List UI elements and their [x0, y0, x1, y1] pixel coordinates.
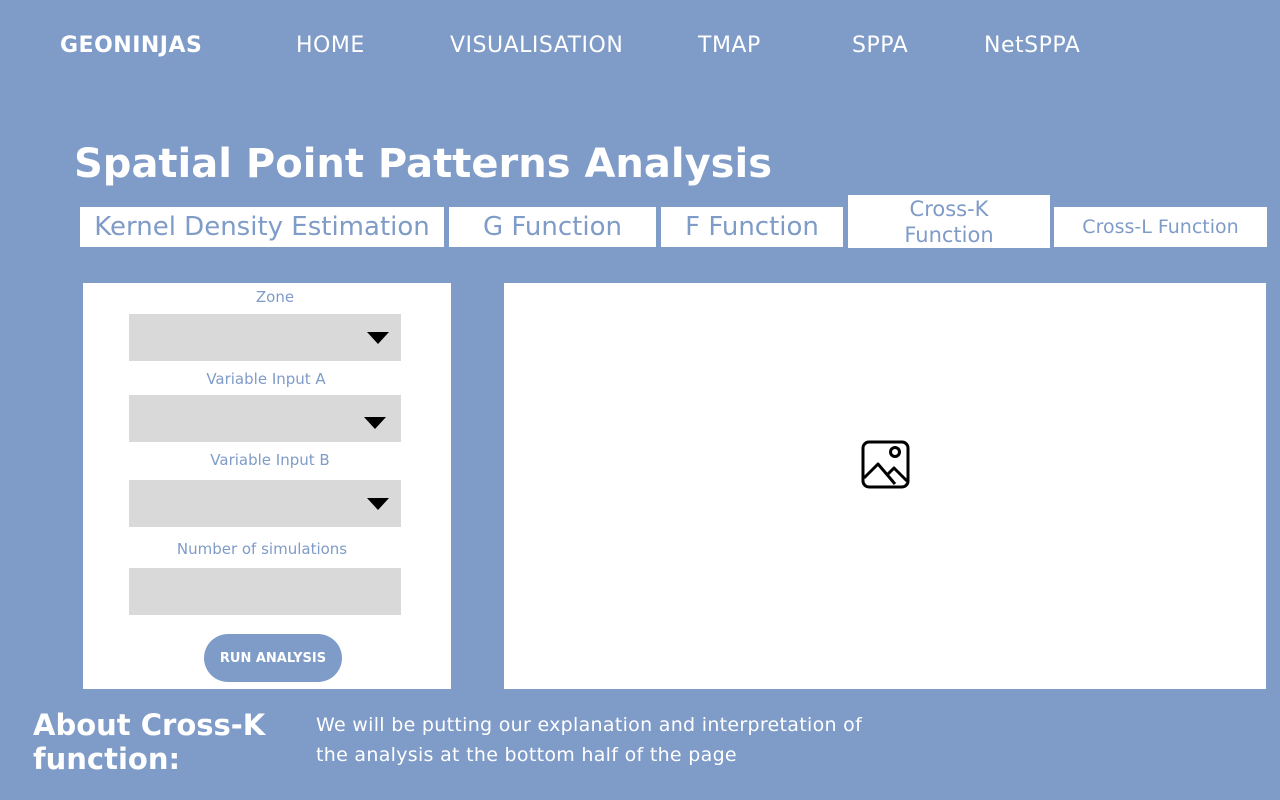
brand-logo[interactable]: GEONINJAS — [60, 33, 202, 58]
nav-netsppa[interactable]: NetSPPA — [984, 33, 1080, 58]
image-placeholder-icon — [861, 440, 910, 489]
simulations-input[interactable] — [129, 568, 401, 615]
run-analysis-button[interactable]: RUN ANALYSIS — [204, 634, 342, 682]
variable-b-label: Variable Input B — [210, 451, 330, 469]
nav-tmap[interactable]: TMAP — [698, 33, 761, 58]
chevron-down-icon — [367, 498, 389, 510]
zone-label: Zone — [255, 288, 295, 306]
tab-cross-l-function-label: Cross-L Function — [1082, 216, 1239, 238]
tab-kde[interactable]: Kernel Density Estimation — [80, 207, 444, 247]
tab-cross-k-function[interactable]: Cross-K Function — [848, 195, 1050, 248]
about-heading: About Cross-K function: — [33, 708, 273, 776]
tab-g-function-label: G Function — [482, 212, 622, 242]
variable-b-select[interactable] — [129, 480, 401, 527]
tab-f-function[interactable]: F Function — [661, 207, 843, 247]
tab-cross-l-function[interactable]: Cross-L Function — [1054, 207, 1267, 247]
tab-f-function-label: F Function — [685, 212, 819, 242]
variable-a-select[interactable] — [129, 395, 401, 442]
about-text: We will be putting our explanation and i… — [316, 714, 863, 766]
zone-select[interactable] — [129, 314, 401, 361]
tab-cross-k-function-label: Cross-K Function — [904, 196, 994, 247]
tab-g-function[interactable]: G Function — [449, 207, 656, 247]
nav-home[interactable]: HOME — [296, 33, 365, 58]
nav-visualisation[interactable]: VISUALISATION — [450, 33, 623, 58]
about-heading-text: About Cross-K function: — [33, 708, 266, 776]
tab-kde-label: Kernel Density Estimation — [94, 212, 430, 242]
page-title: Spatial Point Patterns Analysis — [74, 141, 773, 187]
chevron-down-icon — [367, 332, 389, 344]
output-panel — [504, 283, 1266, 689]
variable-a-label: Variable Input A — [206, 370, 326, 388]
simulations-label: Number of simulations — [176, 540, 348, 558]
nav-sppa[interactable]: SPPA — [852, 33, 908, 58]
chevron-down-icon — [364, 417, 386, 429]
